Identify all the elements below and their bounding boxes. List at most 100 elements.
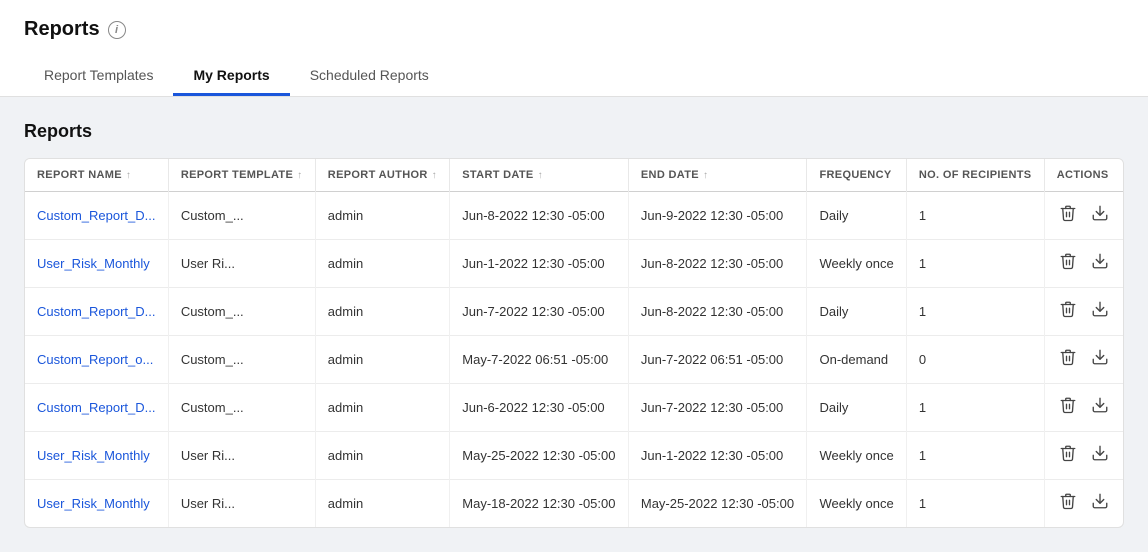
page-title-row: Reports i [24, 18, 1124, 41]
cell-start-date: Jun-6-2022 12:30 -05:00 [450, 384, 629, 432]
cell-report-name: User_Risk_Monthly [25, 240, 168, 288]
cell-actions [1044, 480, 1123, 528]
cell-recipients: 1 [906, 384, 1044, 432]
cell-end-date: Jun-7-2022 12:30 -05:00 [628, 384, 807, 432]
download-icon [1091, 204, 1109, 227]
delete-button[interactable] [1057, 442, 1079, 469]
cell-report-author: admin [315, 336, 449, 384]
report-name-link[interactable]: Custom_Report_D... [37, 400, 156, 415]
cell-report-name: Custom_Report_D... [25, 192, 168, 240]
tab-scheduled-reports[interactable]: Scheduled Reports [290, 57, 449, 96]
col-report-template[interactable]: REPORT TEMPLATE ↑ [168, 159, 315, 192]
cell-start-date: May-7-2022 06:51 -05:00 [450, 336, 629, 384]
cell-recipients: 1 [906, 192, 1044, 240]
cell-recipients: 1 [906, 480, 1044, 528]
col-recipients: NO. OF RECIPIENTS [906, 159, 1044, 192]
download-button[interactable] [1089, 490, 1111, 517]
cell-start-date: May-25-2022 12:30 -05:00 [450, 432, 629, 480]
cell-actions [1044, 336, 1123, 384]
sort-icon-report-author: ↑ [432, 170, 437, 181]
trash-icon [1059, 300, 1077, 323]
sort-icon-report-template: ↑ [297, 170, 302, 181]
download-button[interactable] [1089, 202, 1111, 229]
download-button[interactable] [1089, 346, 1111, 373]
cell-report-template: Custom_... [168, 384, 315, 432]
download-button[interactable] [1089, 442, 1111, 469]
sort-icon-start-date: ↑ [538, 170, 543, 181]
delete-button[interactable] [1057, 202, 1079, 229]
reports-table: REPORT NAME ↑ REPORT TEMPLATE ↑ REPORT A… [25, 159, 1123, 527]
cell-start-date: Jun-7-2022 12:30 -05:00 [450, 288, 629, 336]
cell-report-author: admin [315, 240, 449, 288]
cell-report-author: admin [315, 192, 449, 240]
cell-frequency: Weekly once [807, 480, 906, 528]
cell-actions [1044, 240, 1123, 288]
cell-report-author: admin [315, 480, 449, 528]
report-name-link[interactable]: Custom_Report_D... [37, 304, 156, 319]
table-row: Custom_Report_D... Custom_... admin Jun-… [25, 384, 1123, 432]
delete-button[interactable] [1057, 394, 1079, 421]
trash-icon [1059, 492, 1077, 515]
cell-end-date: Jun-1-2022 12:30 -05:00 [628, 432, 807, 480]
cell-frequency: Daily [807, 384, 906, 432]
section-title: Reports [24, 121, 1124, 142]
col-report-name[interactable]: REPORT NAME ↑ [25, 159, 168, 192]
report-name-link[interactable]: User_Risk_Monthly [37, 448, 150, 463]
cell-report-template: Custom_... [168, 336, 315, 384]
cell-recipients: 1 [906, 432, 1044, 480]
info-icon[interactable]: i [108, 21, 126, 39]
cell-end-date: Jun-8-2022 12:30 -05:00 [628, 288, 807, 336]
download-button[interactable] [1089, 250, 1111, 277]
cell-report-name: User_Risk_Monthly [25, 480, 168, 528]
trash-icon [1059, 396, 1077, 419]
cell-frequency: Daily [807, 192, 906, 240]
cell-recipients: 1 [906, 240, 1044, 288]
download-icon [1091, 348, 1109, 371]
cell-end-date: Jun-8-2022 12:30 -05:00 [628, 240, 807, 288]
reports-table-container: REPORT NAME ↑ REPORT TEMPLATE ↑ REPORT A… [24, 158, 1124, 528]
report-name-link[interactable]: Custom_Report_o... [37, 352, 153, 367]
report-name-link[interactable]: Custom_Report_D... [37, 208, 156, 223]
col-actions: ACTIONS [1044, 159, 1123, 192]
download-button[interactable] [1089, 298, 1111, 325]
trash-icon [1059, 204, 1077, 227]
report-name-link[interactable]: User_Risk_Monthly [37, 496, 150, 511]
table-row: User_Risk_Monthly User Ri... admin Jun-1… [25, 240, 1123, 288]
cell-report-template: Custom_... [168, 288, 315, 336]
trash-icon [1059, 444, 1077, 467]
cell-report-name: User_Risk_Monthly [25, 432, 168, 480]
delete-button[interactable] [1057, 298, 1079, 325]
download-button[interactable] [1089, 394, 1111, 421]
download-icon [1091, 396, 1109, 419]
delete-button[interactable] [1057, 250, 1079, 277]
sort-icon-report-name: ↑ [126, 170, 131, 181]
sort-icon-end-date: ↑ [703, 170, 708, 181]
col-report-author[interactable]: REPORT AUTHOR ↑ [315, 159, 449, 192]
cell-report-template: User Ri... [168, 432, 315, 480]
report-name-link[interactable]: User_Risk_Monthly [37, 256, 150, 271]
table-header: REPORT NAME ↑ REPORT TEMPLATE ↑ REPORT A… [25, 159, 1123, 192]
cell-actions [1044, 432, 1123, 480]
cell-actions [1044, 288, 1123, 336]
cell-end-date: Jun-7-2022 06:51 -05:00 [628, 336, 807, 384]
tab-report-templates[interactable]: Report Templates [24, 57, 173, 96]
delete-button[interactable] [1057, 490, 1079, 517]
cell-frequency: Weekly once [807, 240, 906, 288]
col-start-date[interactable]: START DATE ↑ [450, 159, 629, 192]
cell-report-template: Custom_... [168, 192, 315, 240]
delete-button[interactable] [1057, 346, 1079, 373]
cell-actions [1044, 384, 1123, 432]
cell-recipients: 0 [906, 336, 1044, 384]
col-end-date[interactable]: END DATE ↑ [628, 159, 807, 192]
tabs-nav: Report Templates My Reports Scheduled Re… [24, 57, 1124, 96]
cell-frequency: Daily [807, 288, 906, 336]
cell-frequency: Weekly once [807, 432, 906, 480]
table-row: Custom_Report_o... Custom_... admin May-… [25, 336, 1123, 384]
download-icon [1091, 252, 1109, 275]
trash-icon [1059, 348, 1077, 371]
tab-my-reports[interactable]: My Reports [173, 57, 289, 96]
page-title: Reports [24, 18, 100, 41]
cell-start-date: May-18-2022 12:30 -05:00 [450, 480, 629, 528]
table-row: Custom_Report_D... Custom_... admin Jun-… [25, 288, 1123, 336]
cell-report-author: admin [315, 432, 449, 480]
